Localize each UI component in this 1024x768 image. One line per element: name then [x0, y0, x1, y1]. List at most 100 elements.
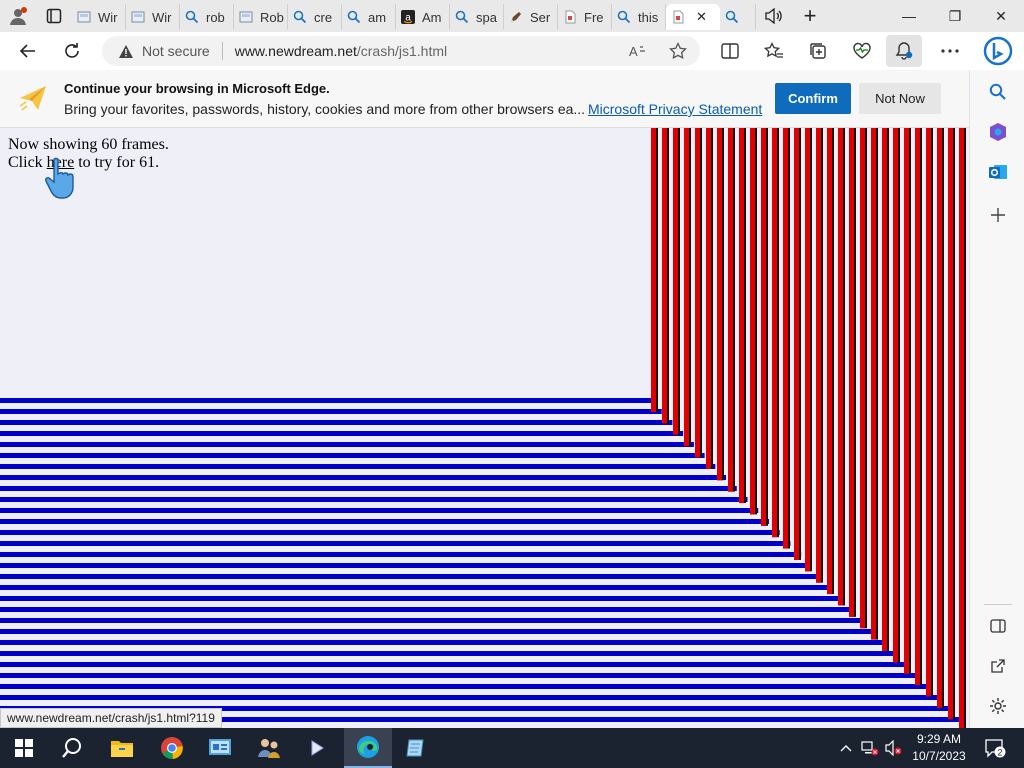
warning-icon[interactable] — [118, 43, 134, 59]
url-text[interactable]: www.newdream.net/crash/js1.html — [235, 43, 447, 59]
red-stripe — [860, 128, 865, 629]
terminal-icon — [311, 740, 324, 756]
settings-more-button[interactable] — [932, 35, 968, 67]
users-icon — [258, 739, 280, 758]
privacy-statement-link[interactable]: Microsoft Privacy Statement — [588, 101, 762, 117]
notification-center-button[interactable]: 2 — [980, 728, 1010, 768]
sidebar-settings-button[interactable] — [987, 695, 1009, 717]
browser-tab[interactable]: Ser — [504, 4, 558, 30]
browser-tab[interactable] — [720, 4, 756, 30]
confirm-button[interactable]: Confirm — [775, 83, 851, 114]
not-now-button[interactable]: Not Now — [859, 83, 941, 114]
red-stripe — [893, 128, 898, 663]
tab-title: Am — [422, 9, 442, 25]
favorite-star-icon[interactable] — [668, 41, 688, 61]
terminal-button[interactable] — [294, 728, 342, 768]
tab-title: rob — [206, 9, 225, 25]
blue-stripe — [0, 695, 941, 700]
chrome-button[interactable] — [148, 728, 196, 768]
browser-essentials-button[interactable] — [844, 35, 880, 67]
tab-audio-button[interactable] — [756, 0, 792, 32]
notification-count: 2 — [997, 748, 1002, 758]
red-stripe — [662, 128, 667, 424]
blue-stripe — [0, 398, 651, 403]
address-bar[interactable]: Not secure www.newdream.net/crash/js1.ht… — [102, 36, 700, 66]
collections-button[interactable] — [800, 35, 836, 67]
browser-tab[interactable]: Wir — [72, 4, 126, 30]
red-stripe — [761, 128, 766, 526]
sidebar-outlook-button[interactable] — [987, 161, 1009, 183]
red-stripe — [882, 128, 887, 651]
heartbeat-icon — [853, 42, 871, 59]
tab-title: Ser — [530, 9, 551, 25]
red-stripe — [673, 128, 678, 435]
amazon-icon: a — [401, 10, 415, 24]
red-stripe — [838, 128, 843, 606]
favorites-button[interactable] — [756, 35, 792, 67]
tab-favicon — [508, 9, 524, 25]
tab-title: Wir — [98, 9, 118, 25]
red-stripe — [651, 128, 656, 412]
red-stripe — [684, 128, 689, 447]
blue-stripe — [0, 585, 834, 590]
blue-stripe — [0, 442, 694, 447]
browser-tab[interactable]: Fre — [558, 4, 612, 30]
blue-stripe — [0, 618, 866, 623]
infobar-title: Continue your browsing in Microsoft Edge… — [64, 81, 330, 96]
file-explorer-button[interactable] — [98, 728, 146, 768]
taskbar-search-button[interactable] — [48, 728, 96, 768]
browser-tab[interactable]: Rob — [234, 4, 288, 30]
blue-stripe — [0, 530, 780, 535]
browser-tab-active[interactable]: ✕ — [666, 4, 720, 30]
restore-button[interactable]: ❐ — [932, 0, 978, 32]
browser-tab[interactable]: a Am — [396, 4, 450, 30]
control-panel-button[interactable] — [196, 728, 244, 768]
tab-actions-button[interactable] — [36, 0, 72, 32]
red-stripe — [849, 128, 854, 617]
blue-stripe — [0, 420, 673, 425]
profile-button[interactable] — [0, 0, 36, 32]
close-window-button[interactable]: ✕ — [978, 0, 1024, 32]
tab-title: am — [368, 9, 387, 25]
volume-button[interactable] — [882, 728, 906, 768]
browser-tab[interactable]: am — [342, 4, 396, 30]
browser-tab[interactable]: Wir — [126, 4, 180, 30]
sidebar-hide-button[interactable] — [987, 615, 1009, 637]
blue-stripe — [0, 541, 791, 546]
browser-tab[interactable]: spa — [450, 4, 504, 30]
refresh-button[interactable] — [54, 35, 90, 67]
browser-toolbar: Not secure www.newdream.net/crash/js1.ht… — [0, 32, 1024, 70]
office-icon — [990, 123, 1006, 141]
back-button[interactable] — [10, 35, 46, 67]
notepad-button[interactable] — [392, 728, 440, 768]
bing-copilot-button[interactable] — [978, 33, 1018, 69]
sidebar-office-button[interactable] — [987, 121, 1009, 143]
tray-overflow-button[interactable] — [836, 728, 856, 768]
start-button[interactable] — [0, 728, 48, 768]
page-thumbnail-icon — [131, 11, 145, 23]
search-icon — [185, 10, 199, 24]
edge-button[interactable] — [344, 728, 392, 768]
split-screen-button[interactable] — [712, 35, 748, 67]
red-stripe — [904, 128, 909, 674]
minimize-button[interactable]: — — [886, 0, 932, 32]
sidebar-open-external-button[interactable] — [987, 655, 1009, 677]
sidebar-search-button[interactable] — [987, 81, 1009, 103]
blue-stripe — [0, 673, 920, 678]
notification-icon: 2 — [985, 739, 1006, 758]
status-url-bubble: www.newdream.net/crash/js1.html?119 — [0, 708, 222, 728]
users-button[interactable] — [245, 728, 293, 768]
read-aloud-icon[interactable]: A — [628, 41, 648, 61]
new-tab-button[interactable]: + — [792, 0, 828, 32]
network-button[interactable] — [858, 728, 882, 768]
close-tab-icon[interactable]: ✕ — [696, 9, 707, 25]
red-stripe — [816, 128, 821, 583]
browser-tab[interactable]: cre — [288, 4, 342, 30]
browser-tab[interactable]: this — [612, 4, 666, 30]
security-label[interactable]: Not secure — [142, 43, 210, 59]
browser-tab[interactable]: rob — [180, 4, 234, 30]
sidebar-add-button[interactable] — [987, 204, 1009, 226]
gear-icon — [990, 698, 1006, 714]
notifications-button[interactable] — [886, 35, 922, 67]
taskbar-clock[interactable]: 9:29 AM 10/7/2023 — [906, 731, 972, 765]
